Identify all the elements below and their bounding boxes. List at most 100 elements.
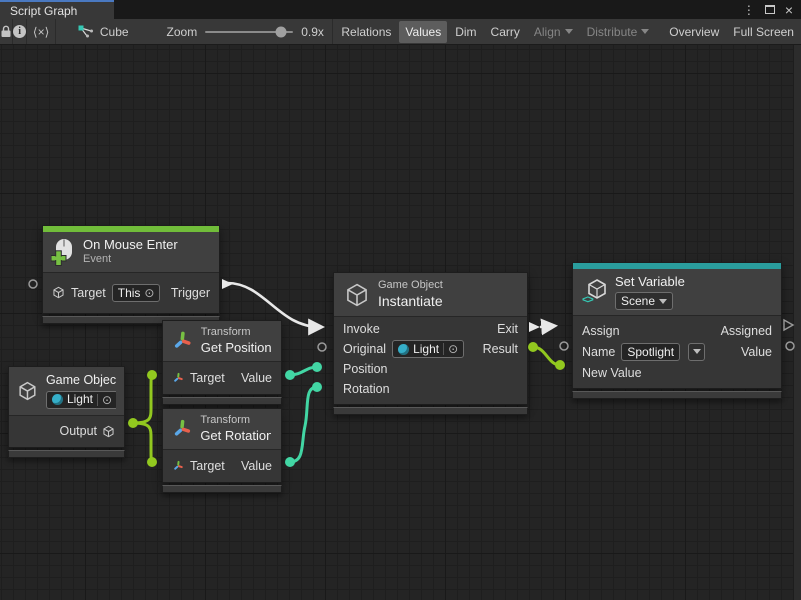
node-category: Game Object <box>378 279 443 293</box>
node-light-object[interactable]: Game Object Light ⊙ <box>8 366 125 458</box>
light-value: Light <box>67 392 93 407</box>
port-getposition-value[interactable] <box>285 370 295 380</box>
assigned-label: Assigned <box>721 324 772 338</box>
distribute-button[interactable]: Distribute <box>581 21 656 43</box>
field-divider <box>443 343 444 355</box>
trigger-label: Trigger <box>171 286 210 300</box>
tab-script-graph[interactable]: Script Graph <box>0 0 114 19</box>
object-picker-icon[interactable]: ⊙ <box>102 394 112 406</box>
port-exit-output[interactable] <box>529 322 540 332</box>
port-original-input[interactable] <box>318 343 326 351</box>
port-target-onmouseenter[interactable] <box>29 280 37 288</box>
value-label: Value <box>741 345 772 359</box>
scrollbar-track[interactable] <box>793 45 801 600</box>
port-getrotation-value[interactable] <box>285 457 295 467</box>
port-rotation-input[interactable] <box>312 382 322 392</box>
target-value-field[interactable]: This ⊙ <box>112 284 161 302</box>
window-controls: ⋮ × <box>743 0 801 19</box>
lock-icon <box>0 25 12 38</box>
original-value: Light <box>413 342 439 356</box>
transform-icon <box>172 460 184 472</box>
variable-scope-dropdown[interactable]: Scene <box>615 292 673 310</box>
relations-button[interactable]: Relations <box>335 21 397 43</box>
toolbar-buttons: Relations Values Dim Carry Align Distrib… <box>334 19 801 44</box>
set-variable-icon: <> <box>583 279 607 305</box>
transform-icon <box>172 372 184 384</box>
rotation-label: Rotation <box>343 382 390 396</box>
node-title: Instantiate <box>378 293 443 311</box>
zoom-label: Zoom <box>167 25 198 39</box>
zoom-slider[interactable] <box>205 31 293 33</box>
node-get-position[interactable]: Transform Get Position Target Value <box>162 320 282 405</box>
fullscreen-button[interactable]: Full Screen <box>727 21 800 43</box>
chevron-down-icon <box>693 349 701 354</box>
lock-button[interactable] <box>0 19 13 44</box>
scope-value: Scene <box>621 294 655 309</box>
target-label: Target <box>71 286 106 300</box>
node-footer <box>333 407 528 415</box>
node-title: Game Object <box>46 373 116 389</box>
port-getrotation-target[interactable] <box>147 457 157 467</box>
target-label: Target <box>190 459 225 473</box>
port-light-output[interactable] <box>128 418 138 428</box>
graph-canvas[interactable]: On Mouse Enter Event Target This ⊙ <box>0 45 801 600</box>
node-subtitle: Event <box>83 253 178 267</box>
node-get-rotation[interactable]: Transform Get Rotation Target Value <box>162 408 282 493</box>
node-on-mouse-enter[interactable]: On Mouse Enter Event Target This ⊙ <box>42 225 220 324</box>
node-set-variable[interactable]: <> Set Variable Scene Ass <box>572 262 782 399</box>
transform-icon <box>171 418 192 440</box>
node-title: Get Rotation <box>200 428 271 444</box>
unity-object-icon <box>398 344 409 355</box>
node-footer <box>162 397 282 405</box>
graph-icon <box>78 25 94 38</box>
variable-name-dropdown[interactable] <box>688 343 705 361</box>
port-position-input[interactable] <box>312 362 322 372</box>
script-graph-window: Script Graph ⋮ × i ⟨×⟩ <box>0 0 801 600</box>
port-newvalue-input[interactable] <box>555 360 565 370</box>
object-picker-icon[interactable]: ⊙ <box>144 287 154 299</box>
wire-exit-to-assign <box>540 326 553 327</box>
variables-button[interactable]: ⟨×⟩ <box>27 19 56 44</box>
dim-button[interactable]: Dim <box>449 21 482 43</box>
light-value-field[interactable]: Light ⊙ <box>46 391 116 409</box>
values-button[interactable]: Values <box>399 21 447 43</box>
code-icon: ⟨×⟩ <box>33 25 49 39</box>
game-object-icon <box>17 380 38 402</box>
carry-button[interactable]: Carry <box>485 21 526 43</box>
node-category: Transform <box>201 326 271 340</box>
port-getposition-target[interactable] <box>147 370 157 380</box>
tab-title: Script Graph <box>10 4 77 18</box>
zoom-slider-handle[interactable] <box>275 26 286 37</box>
assign-label: Assign <box>582 324 620 338</box>
code-brackets-icon: <> <box>582 294 593 306</box>
target-label: Target <box>190 371 225 385</box>
graph-name: Cube <box>100 25 129 39</box>
value-label: Value <box>241 459 272 473</box>
chevron-down-icon <box>659 299 667 304</box>
field-divider <box>97 394 98 406</box>
port-name-input[interactable] <box>560 342 568 350</box>
zoom-value: 0.9x <box>301 25 324 39</box>
port-result-output[interactable] <box>528 342 538 352</box>
node-footer <box>162 485 282 493</box>
maximize-icon[interactable] <box>765 5 775 14</box>
align-button[interactable]: Align <box>528 21 579 43</box>
overview-button[interactable]: Overview <box>663 21 725 43</box>
game-object-icon <box>344 282 370 308</box>
graph-reference[interactable]: Cube <box>78 25 129 39</box>
variable-name-field[interactable]: Spotlight <box>621 343 680 361</box>
menu-icon[interactable]: ⋮ <box>743 3 755 17</box>
close-icon[interactable]: × <box>785 5 793 15</box>
invoke-label: Invoke <box>343 322 380 336</box>
inspect-button[interactable]: i <box>13 19 27 44</box>
port-assigned-output[interactable] <box>784 320 793 330</box>
original-value-field[interactable]: Light ⊙ <box>392 340 464 358</box>
node-instantiate[interactable]: Game Object Instantiate Invoke Exit Orig… <box>333 272 528 415</box>
node-title: On Mouse Enter <box>83 237 178 253</box>
distribute-label: Distribute <box>587 25 638 39</box>
game-object-icon <box>52 286 65 299</box>
object-picker-icon[interactable]: ⊙ <box>448 343 458 355</box>
port-trigger-output[interactable] <box>222 279 233 289</box>
game-object-icon <box>102 425 115 438</box>
chevron-down-icon <box>565 29 573 34</box>
